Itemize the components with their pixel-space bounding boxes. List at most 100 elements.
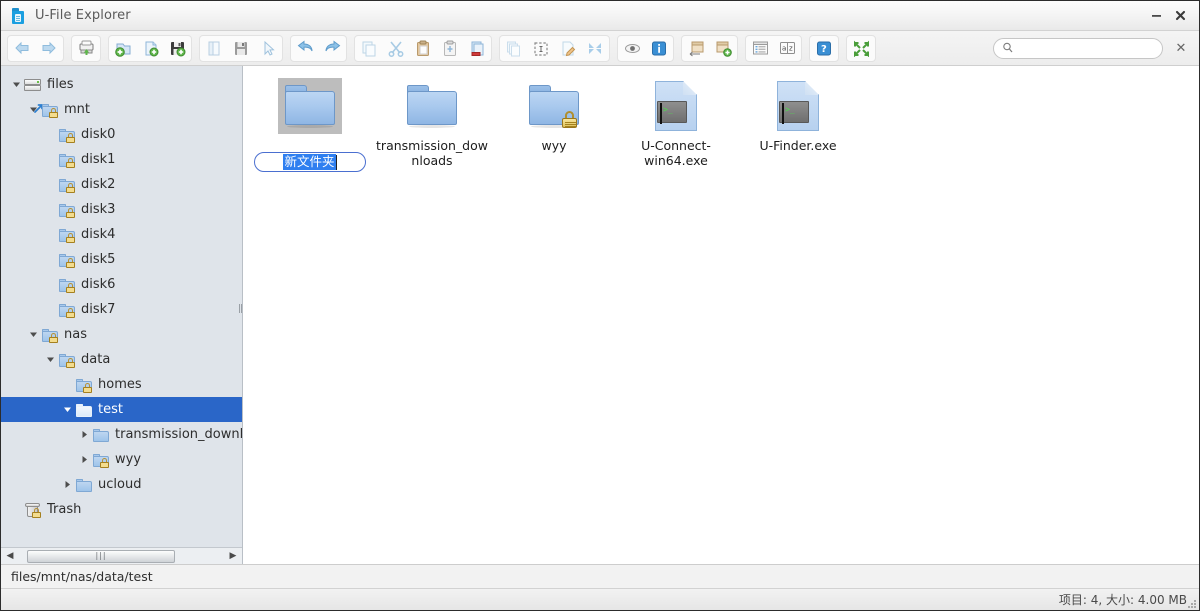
- tree-item-label: files: [47, 77, 74, 92]
- tree-item-disk1[interactable]: disk1: [1, 147, 242, 172]
- tree-item-nas[interactable]: nas: [1, 322, 242, 347]
- fullscreen-icon[interactable]: [848, 36, 874, 61]
- main-body: files mnt disk0 disk1 disk2 disk3 disk4 disk5 di…: [1, 66, 1199, 564]
- duplicate-icon[interactable]: [501, 36, 527, 61]
- file-list-area[interactable]: 新文件夹 transmission_downloads wyy U-Connect-w…: [243, 66, 1199, 564]
- expand-arrows-icon[interactable]: [582, 36, 608, 61]
- scrollbar-thumb[interactable]: |||: [27, 549, 175, 563]
- upload-drive-icon[interactable]: [73, 36, 99, 61]
- tree-item-disk3[interactable]: disk3: [1, 197, 242, 222]
- tree-item-wyy[interactable]: wyy: [1, 447, 242, 472]
- scrollbar-track[interactable]: |||: [17, 549, 226, 563]
- folder-tree-panel: files mnt disk0 disk1 disk2 disk3 disk4 disk5 di…: [1, 66, 243, 564]
- new-file-icon[interactable]: [137, 36, 163, 61]
- eye-icon[interactable]: [619, 36, 645, 61]
- twisty-right-icon[interactable]: [59, 480, 75, 489]
- tree-item-transmission-downloa[interactable]: transmission_downloa: [1, 422, 242, 447]
- undo-icon[interactable]: [292, 36, 318, 61]
- tree-horizontal-scrollbar[interactable]: ◀ ||| ▶: [1, 547, 242, 564]
- tree-item-label: mnt: [64, 102, 90, 117]
- rename-input[interactable]: 新文件夹: [254, 152, 366, 172]
- scroll-left-icon[interactable]: ◀: [3, 549, 17, 564]
- file-thumbnail[interactable]: [522, 78, 586, 134]
- minimize-button[interactable]: [1149, 9, 1163, 23]
- tree-item-disk5[interactable]: disk5: [1, 247, 242, 272]
- list-view-icon[interactable]: [747, 36, 773, 61]
- close-icon[interactable]: ✕: [1175, 41, 1187, 56]
- arrow-right-icon[interactable]: [36, 36, 62, 61]
- cursor-arrow-icon[interactable]: [255, 36, 281, 61]
- file-name-label: transmission_downloads: [376, 138, 488, 168]
- save-add-icon[interactable]: [164, 36, 190, 61]
- sort-az-icon[interactable]: a z: [774, 36, 800, 61]
- tree-item-disk7[interactable]: disk7: [1, 297, 242, 322]
- folder-icon: [285, 85, 335, 128]
- tree-item-files[interactable]: files: [1, 72, 242, 97]
- lock-badge-icon: [65, 207, 75, 218]
- text-caret: [335, 154, 337, 170]
- tree-item-label: disk4: [81, 227, 116, 242]
- close-icon[interactable]: [1173, 9, 1187, 23]
- twisty-down-icon[interactable]: [8, 80, 24, 89]
- path-bar[interactable]: files/mnt/nas/data/test: [1, 564, 1199, 588]
- redo-icon[interactable]: [319, 36, 345, 61]
- rename-selected-text: 新文件夹: [283, 154, 336, 170]
- twisty-down-icon[interactable]: [42, 355, 58, 364]
- file-thumbnail[interactable]: [400, 78, 464, 134]
- delete-file-icon[interactable]: [464, 36, 490, 61]
- clipboard-icon[interactable]: [410, 36, 436, 61]
- twisty-down-icon[interactable]: [59, 405, 75, 414]
- arrow-left-icon[interactable]: [9, 36, 35, 61]
- file-thumbnail[interactable]: [766, 78, 830, 134]
- splitter-grip[interactable]: [239, 304, 242, 313]
- tree-item-ucloud[interactable]: ucloud: [1, 472, 242, 497]
- file-item[interactable]: transmission_downloads: [371, 76, 493, 168]
- toolbar-group-view: [617, 34, 674, 62]
- folder-locked-icon: [529, 85, 579, 128]
- lock-badge-icon: [31, 507, 41, 518]
- toolbar-group-archive: [681, 34, 738, 62]
- twisty-right-icon[interactable]: [76, 430, 92, 439]
- file-icon-grid: 新文件夹 transmission_downloads wyy U-Connect-w…: [243, 76, 1199, 172]
- folder-tree[interactable]: files mnt disk0 disk1 disk2 disk3 disk4 disk5 di…: [1, 66, 242, 547]
- resize-grip[interactable]: [1186, 598, 1196, 608]
- rename-pencil-icon[interactable]: [555, 36, 581, 61]
- tree-item-data[interactable]: data: [1, 347, 242, 372]
- tree-item-disk6[interactable]: disk6: [1, 272, 242, 297]
- clipboard-move-icon[interactable]: [437, 36, 463, 61]
- tree-item-disk0[interactable]: disk0: [1, 122, 242, 147]
- file-thumbnail[interactable]: [644, 78, 708, 134]
- help-question-icon[interactable]: ?: [811, 36, 837, 61]
- new-folder-icon[interactable]: [110, 36, 136, 61]
- file-thumbnail[interactable]: [278, 78, 342, 134]
- file-item[interactable]: 新文件夹: [249, 76, 371, 172]
- tree-item-mnt[interactable]: mnt: [1, 97, 242, 122]
- open-book-icon[interactable]: [201, 36, 227, 61]
- twisty-down-icon[interactable]: [25, 330, 41, 339]
- folder-icon: [76, 478, 92, 492]
- copy-icon[interactable]: [356, 36, 382, 61]
- toolbar-group-help: ?: [809, 34, 839, 62]
- info-icon[interactable]: [646, 36, 672, 61]
- search-box[interactable]: [993, 37, 1163, 59]
- file-item[interactable]: wyy: [493, 76, 615, 168]
- twisty-right-icon[interactable]: [76, 455, 92, 464]
- toolbar-group-fullscreen: [846, 34, 876, 62]
- lock-badge-icon: [48, 107, 58, 118]
- tree-item-disk4[interactable]: disk4: [1, 222, 242, 247]
- archive-icon[interactable]: [683, 36, 709, 61]
- file-item[interactable]: U-Finder.exe: [737, 76, 859, 168]
- archive-add-icon[interactable]: [710, 36, 736, 61]
- tree-item-label: disk7: [81, 302, 116, 317]
- terminal-badge-icon: [657, 101, 687, 124]
- tree-item-homes[interactable]: homes: [1, 372, 242, 397]
- select-all-icon[interactable]: [528, 36, 554, 61]
- tree-item-test[interactable]: test: [1, 397, 242, 422]
- file-item[interactable]: U-Connect-win64.exe: [615, 76, 737, 168]
- floppy-icon[interactable]: [228, 36, 254, 61]
- status-text: 项目: 4, 大小: 4.00 MB: [1058, 593, 1187, 607]
- search-input[interactable]: [1017, 40, 1154, 56]
- scissors-icon[interactable]: [383, 36, 409, 61]
- tree-item-trash[interactable]: Trash: [1, 497, 242, 522]
- tree-item-disk2[interactable]: disk2: [1, 172, 242, 197]
